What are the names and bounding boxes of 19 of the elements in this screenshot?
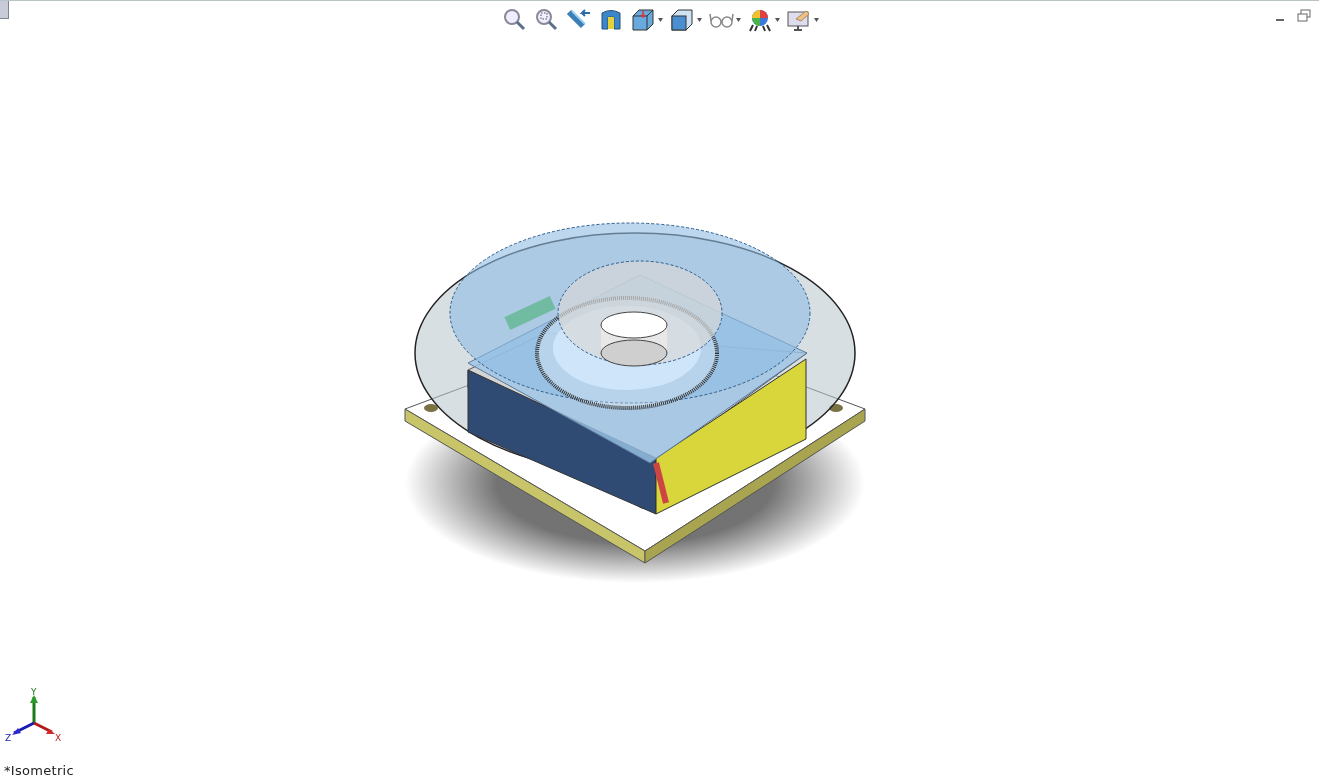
view-orientation-label: *Isometric [4,763,74,778]
magnifier-icon [534,7,560,33]
section-cylinder-icon [598,7,624,33]
axis-triad-drawing [12,695,55,735]
x-axis-label: X [55,733,62,743]
restore-icon [1297,9,1311,23]
minimize-icon [1276,19,1284,21]
z-axis-label: Z [5,733,12,743]
color-sphere-icon [747,7,773,33]
caret-icon [775,18,780,22]
y-axis-label: Y [31,687,37,697]
restore-button[interactable] [1297,9,1311,23]
caret-icon [814,18,819,22]
caret-icon [697,18,702,22]
caret-icon [658,18,663,22]
cube-icon [669,7,695,33]
caret-icon [736,18,741,22]
magnifier-icon [502,7,528,33]
cube-arrows-icon [630,7,656,33]
